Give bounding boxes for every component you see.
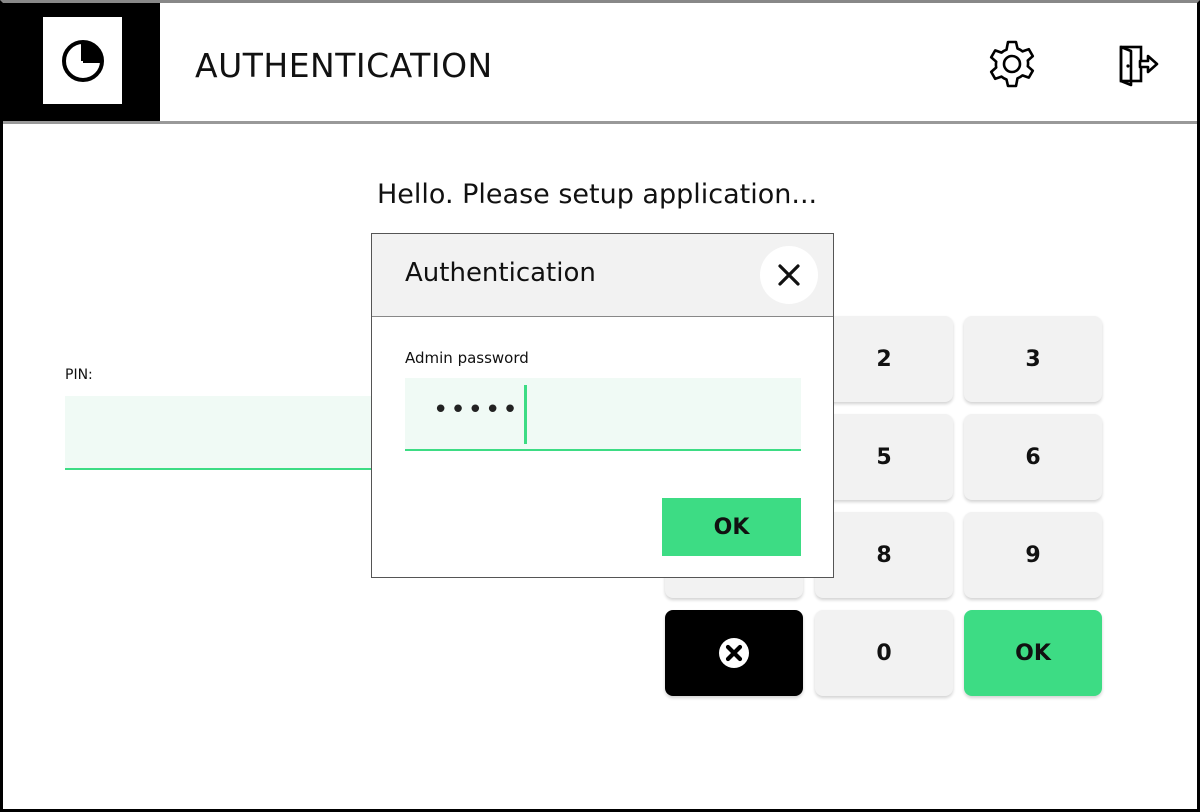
auth-dialog: Authentication Admin password ••••• OK bbox=[371, 233, 834, 578]
dialog-ok-button[interactable]: OK bbox=[662, 498, 801, 556]
admin-password-input[interactable]: ••••• bbox=[405, 378, 801, 451]
page-title: AUTHENTICATION bbox=[195, 46, 493, 85]
keypad-key-8[interactable]: 8 bbox=[815, 512, 953, 598]
pin-input[interactable] bbox=[65, 396, 385, 470]
dialog-title: Authentication bbox=[405, 258, 596, 288]
gear-icon bbox=[989, 40, 1035, 88]
keypad-ok-button[interactable]: OK bbox=[964, 610, 1102, 696]
keypad-key-0[interactable]: 0 bbox=[815, 610, 953, 696]
dialog-header: Authentication bbox=[372, 234, 833, 317]
clear-circle-x-icon bbox=[719, 638, 749, 668]
text-caret bbox=[524, 385, 527, 444]
password-label: Admin password bbox=[405, 349, 529, 367]
keypad-key-6[interactable]: 6 bbox=[964, 414, 1102, 500]
keypad-key-2[interactable]: 2 bbox=[815, 316, 953, 402]
keypad-key-9[interactable]: 9 bbox=[964, 512, 1102, 598]
settings-button[interactable] bbox=[984, 36, 1040, 92]
logo bbox=[43, 17, 122, 104]
close-icon bbox=[778, 264, 800, 286]
keypad-delete-button[interactable] bbox=[665, 610, 803, 696]
keypad-key-3[interactable]: 3 bbox=[964, 316, 1102, 402]
pin-label: PIN: bbox=[65, 367, 93, 383]
welcome-message: Hello. Please setup application... bbox=[377, 179, 818, 210]
logo-block bbox=[3, 3, 160, 121]
logout-button[interactable] bbox=[1109, 36, 1165, 92]
password-value: ••••• bbox=[433, 395, 520, 425]
pie-chart-icon bbox=[61, 39, 104, 82]
app-header: AUTHENTICATION bbox=[3, 3, 1197, 124]
exit-door-icon bbox=[1119, 45, 1159, 87]
keypad-key-5[interactable]: 5 bbox=[815, 414, 953, 500]
dialog-close-button[interactable] bbox=[760, 246, 818, 304]
